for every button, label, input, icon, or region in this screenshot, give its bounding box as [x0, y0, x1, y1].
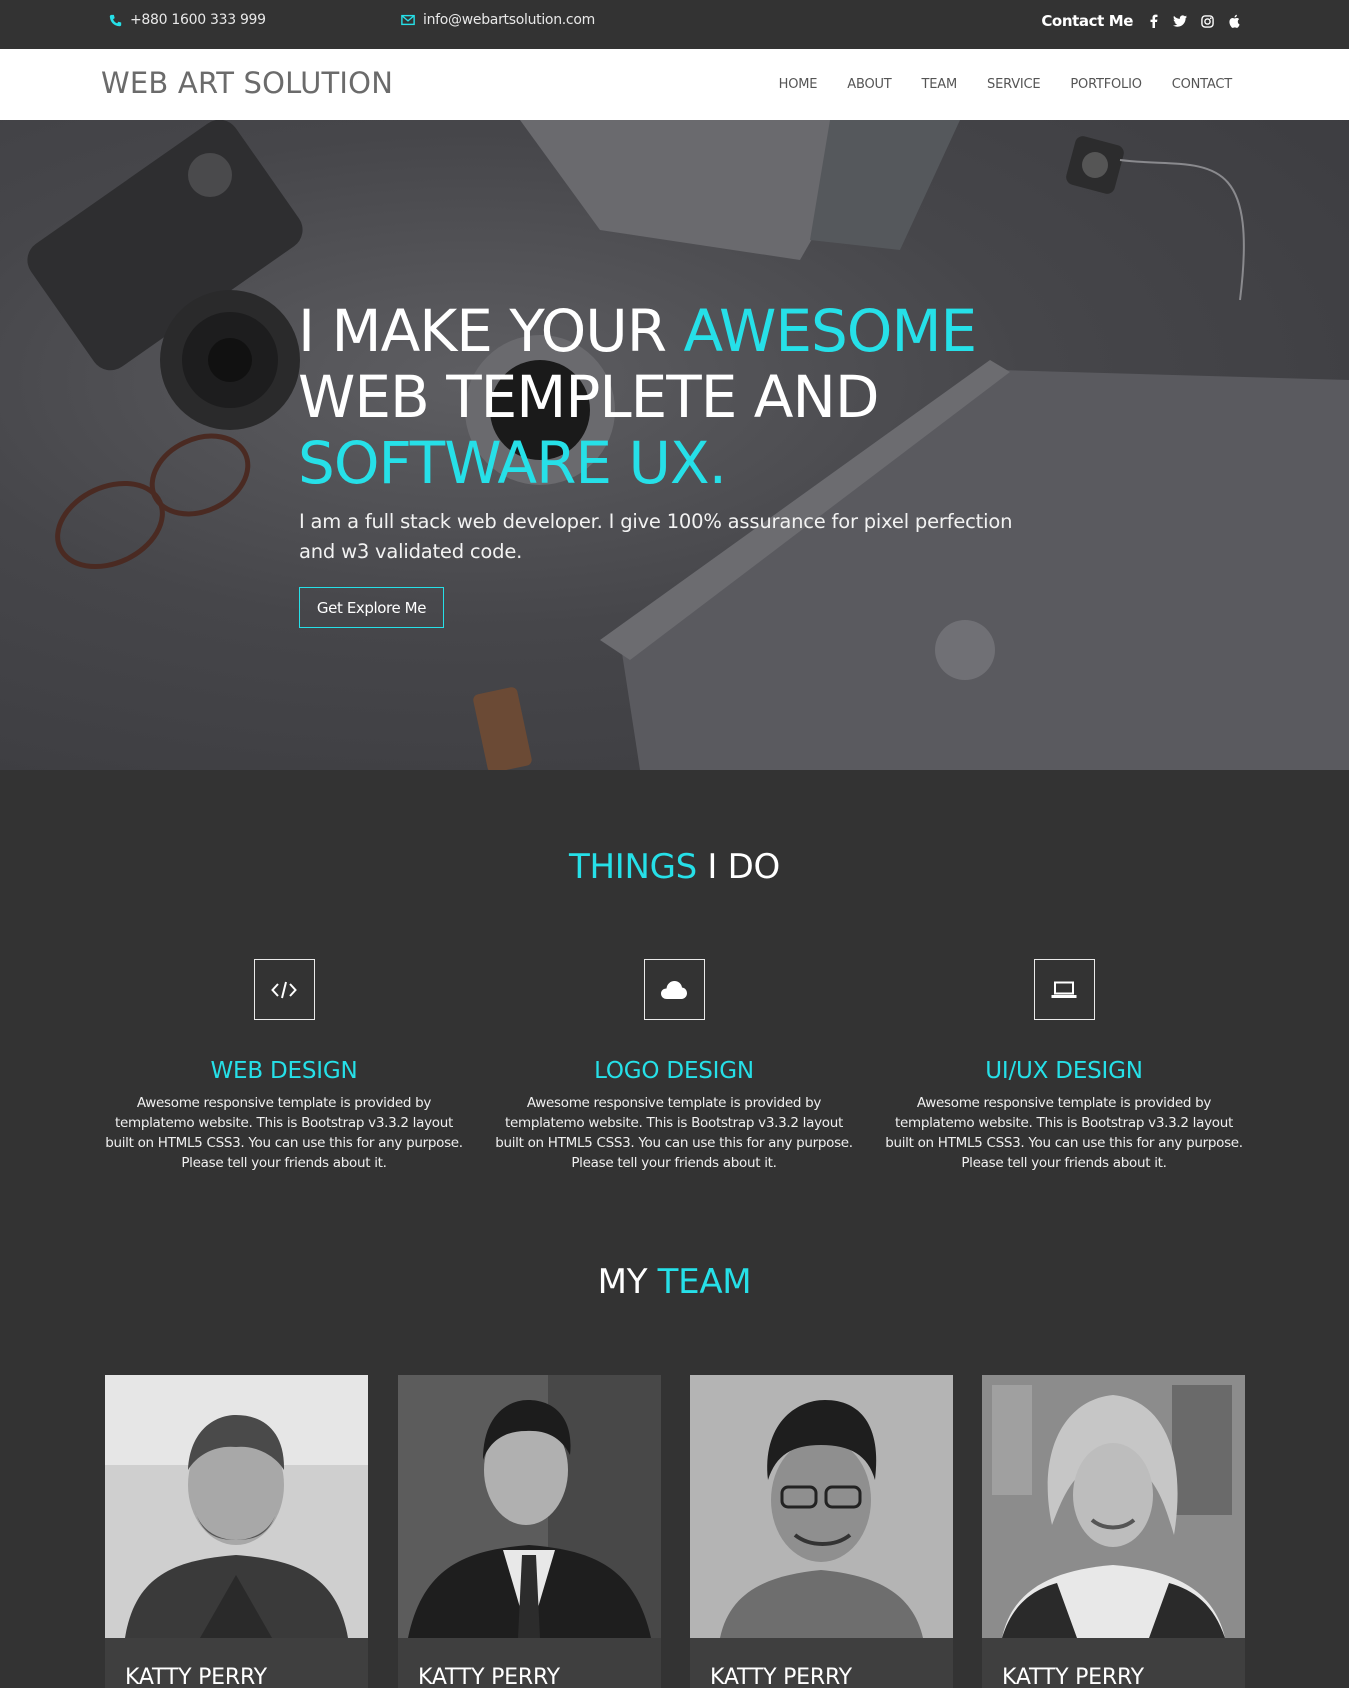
twitter-icon[interactable] [1173, 14, 1187, 28]
service-logo-design: LOGO DESIGN Awesome responsive template … [494, 959, 854, 1173]
service-uiux-design: UI/UX DESIGN Awesome responsive template… [884, 959, 1244, 1173]
social-links: Contact Me [1041, 12, 1241, 30]
explore-button[interactable]: Get Explore Me [299, 587, 444, 628]
team-member-name: KATTY PERRY [710, 1665, 852, 1688]
service-description: Awesome responsive template is provided … [495, 1095, 853, 1171]
hero-title-line1: I MAKE YOUR [298, 297, 684, 365]
team-member-card[interactable]: KATTY PERRY [105, 1375, 368, 1688]
hero-title-line2: WEB TEMPLETE AND [298, 363, 880, 431]
service-name: UI/UX DESIGN [985, 1058, 1143, 1084]
main-navbar: WEB ART SOLUTION HOME ABOUT TEAM SERVICE… [0, 49, 1349, 120]
hero-title-accent-1: AWESOME [683, 297, 977, 365]
team-member-photo [398, 1375, 661, 1638]
nav-portfolio[interactable]: PORTFOLIO [1070, 77, 1142, 92]
team-member-name: KATTY PERRY [125, 1665, 267, 1688]
nav-menu: HOME ABOUT TEAM SERVICE PORTFOLIO CONTAC… [779, 77, 1233, 92]
hero-section: I MAKE YOUR AWESOME WEB TEMPLETE AND SOF… [0, 120, 1349, 770]
cloud-icon [643, 959, 705, 1020]
instagram-icon[interactable] [1200, 14, 1214, 28]
things-title-rest: I DO [696, 847, 781, 887]
team-title-white: MY [597, 1262, 658, 1302]
things-section-title: THINGS I DO [0, 847, 1349, 887]
phone-icon [108, 13, 122, 27]
brand-logo[interactable]: WEB ART SOLUTION [101, 66, 393, 100]
service-description: Awesome responsive template is provided … [885, 1095, 1243, 1171]
team-member-card[interactable]: KATTY PERRY [398, 1375, 661, 1688]
team-member-card[interactable]: KATTY PERRY [982, 1375, 1245, 1688]
service-name: WEB DESIGN [210, 1058, 358, 1084]
team-member-name: KATTY PERRY [1002, 1665, 1144, 1688]
service-web-design: WEB DESIGN Awesome responsive template i… [104, 959, 464, 1173]
nav-service[interactable]: SERVICE [987, 77, 1041, 92]
team-member-photo [982, 1375, 1245, 1638]
team-title-accent: TEAM [657, 1262, 752, 1302]
things-title-accent: THINGS [568, 847, 697, 887]
hero-title: I MAKE YOUR AWESOME WEB TEMPLETE AND SOF… [298, 297, 977, 497]
envelope-icon [401, 13, 415, 27]
apple-icon[interactable] [1227, 14, 1241, 28]
team-member-card[interactable]: KATTY PERRY [690, 1375, 953, 1688]
top-bar: +880 1600 333 999 info@webartsolution.co… [0, 0, 1349, 49]
hero-title-accent-2: SOFTWARE UX. [298, 429, 727, 497]
team-section-title: MY TEAM [0, 1262, 1349, 1302]
nav-about[interactable]: ABOUT [847, 77, 891, 92]
service-name: LOGO DESIGN [594, 1058, 754, 1084]
email-address: info@webartsolution.com [423, 12, 595, 28]
service-description: Awesome responsive template is provided … [105, 1095, 463, 1171]
phone-contact[interactable]: +880 1600 333 999 [108, 12, 266, 28]
nav-contact[interactable]: CONTACT [1172, 77, 1232, 92]
contact-me-label: Contact Me [1041, 12, 1133, 30]
team-member-photo [690, 1375, 953, 1638]
email-contact[interactable]: info@webartsolution.com [401, 12, 595, 28]
facebook-icon[interactable] [1146, 14, 1160, 28]
nav-home[interactable]: HOME [779, 77, 818, 92]
team-member-name: KATTY PERRY [418, 1665, 560, 1688]
team-member-photo [105, 1375, 368, 1638]
phone-number: +880 1600 333 999 [130, 12, 266, 28]
laptop-icon [1033, 959, 1095, 1020]
hero-subtitle: I am a full stack web developer. I give … [299, 510, 1013, 563]
code-icon [253, 959, 315, 1020]
nav-team[interactable]: TEAM [922, 77, 958, 92]
